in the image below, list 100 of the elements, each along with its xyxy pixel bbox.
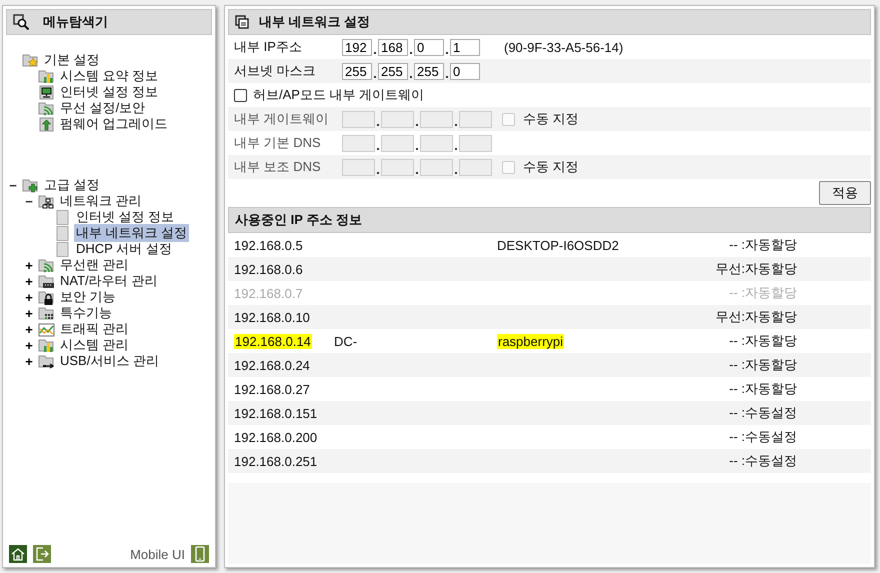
page-icon	[54, 240, 71, 258]
menu-item[interactable]: NAT/라우터 관리	[58, 272, 160, 290]
field-label: 서브넷 마스크	[234, 62, 317, 80]
menu-item[interactable]: 고급 설정	[42, 176, 102, 194]
octet-separator	[374, 76, 376, 78]
host-name: DESKTOP-I6OSDD2	[497, 238, 619, 252]
octet-separator	[377, 172, 379, 174]
menu-item[interactable]: 특수기능	[58, 304, 114, 322]
field-label: 내부 보조 DNS	[234, 158, 322, 176]
assignment-type: -- :자동할당	[729, 284, 797, 302]
folder-star-icon	[22, 52, 39, 68]
octet-separator	[455, 124, 457, 126]
collapse-toggle[interactable]: −	[7, 178, 19, 192]
ip-address: 192.168.0.14	[234, 334, 312, 348]
ip-octet-field[interactable]: 255	[342, 62, 372, 80]
octet-separator	[377, 124, 379, 126]
octet-separator	[416, 172, 418, 174]
ip-octet-field[interactable]: 192	[342, 38, 372, 56]
assignment-type: 무선:자동할당	[715, 260, 797, 278]
upgrade-icon	[38, 116, 55, 132]
chart-icon	[38, 336, 55, 354]
ip-octet-field[interactable]: 0	[414, 38, 444, 56]
expand-toggle[interactable]: +	[23, 354, 35, 368]
search-icon	[13, 14, 31, 30]
menu-item[interactable]: DHCP 서버 설정	[74, 240, 174, 258]
lock-icon	[38, 288, 55, 306]
assignment-type: -- :자동할당	[729, 236, 797, 254]
panel-title: 내부 네트워크 설정	[259, 13, 370, 31]
ip-address: 192.168.0.7	[234, 286, 303, 300]
windows-icon	[235, 15, 249, 29]
expand-toggle[interactable]: +	[23, 306, 35, 320]
host-name: raspberrypi	[497, 334, 564, 348]
field-label: 내부 IP주소	[234, 38, 303, 56]
ip-address: 192.168.0.6	[234, 262, 303, 276]
field-label: 내부 기본 DNS	[234, 134, 322, 152]
menu-item[interactable]: 트래픽 관리	[58, 320, 131, 338]
assignment-type: -- :수동설정	[729, 452, 797, 470]
octet-separator	[374, 52, 376, 54]
network-icon	[38, 192, 55, 210]
octet-separator	[455, 172, 457, 174]
usb-icon	[38, 352, 55, 370]
traffic-icon	[38, 320, 55, 338]
octet-separator	[455, 148, 457, 150]
ip-octet-field[interactable]: 168	[378, 38, 408, 56]
section-title: 사용중인 IP 주소 정보	[235, 211, 362, 229]
octet-separator	[377, 148, 379, 150]
expand-toggle[interactable]: +	[23, 274, 35, 288]
chart-icon	[38, 68, 55, 84]
menu-item[interactable]: 인터넷 설정 정보	[74, 208, 176, 226]
monitor-icon	[38, 84, 55, 100]
menu-item[interactable]: 펌웨어 업그레이드	[58, 115, 170, 133]
logout-icon	[35, 547, 49, 561]
menu-title: 메뉴탐색기	[43, 13, 108, 31]
home-icon	[11, 547, 25, 561]
expand-toggle[interactable]: +	[23, 290, 35, 304]
expand-toggle[interactable]: +	[23, 338, 35, 352]
assignment-type: -- :자동할당	[729, 332, 797, 350]
menu-item[interactable]: 보안 기능	[58, 288, 118, 306]
phone-icon	[194, 546, 206, 562]
menu-item[interactable]: 무선 설정/보안	[58, 99, 148, 117]
ip-address: 192.168.0.10	[234, 310, 310, 324]
ip-octet-field[interactable]: 255	[414, 62, 444, 80]
mac-address: (90-9F-33-A5-56-14)	[504, 40, 624, 54]
menu-item[interactable]: 네트워크 관리	[58, 192, 144, 210]
collapse-toggle[interactable]: −	[23, 194, 35, 208]
ip-octet-field[interactable]: 0	[450, 62, 480, 80]
assignment-type: 무선:자동할당	[715, 308, 797, 326]
assignment-type: -- :자동할당	[729, 356, 797, 374]
menu-item[interactable]: 시스템 요약 정보	[58, 67, 160, 85]
octet-separator	[446, 52, 448, 54]
menu-item[interactable]: 시스템 관리	[58, 336, 131, 354]
ip-address: 192.168.0.24	[234, 358, 310, 372]
octet-separator	[416, 124, 418, 126]
assignment-type: -- :자동할당	[729, 380, 797, 398]
octet-separator	[446, 76, 448, 78]
mobile-ui-link[interactable]: Mobile UI	[130, 546, 185, 562]
home-button[interactable]	[9, 545, 27, 563]
mac-address: DC-	[334, 334, 358, 348]
grid-icon	[38, 304, 55, 322]
menu-item[interactable]: USB/서비스 관리	[58, 352, 161, 370]
ip-address: 192.168.0.251	[234, 454, 318, 468]
octet-separator	[410, 52, 412, 54]
checkbox[interactable]	[234, 88, 247, 102]
ip-address: 192.168.0.27	[234, 382, 310, 396]
ip-address: 192.168.0.151	[234, 406, 318, 420]
ip-octet-field[interactable]: 1	[450, 38, 480, 56]
menu-item[interactable]: 인터넷 설정 정보	[58, 83, 160, 101]
router-icon	[38, 272, 55, 290]
apply-button[interactable]: 적용	[819, 181, 871, 205]
expand-toggle[interactable]: +	[23, 258, 35, 272]
ip-octet-field[interactable]: 255	[378, 62, 408, 80]
menu-item[interactable]: 내부 네트워크 설정	[74, 224, 190, 242]
mobile-button[interactable]	[191, 545, 209, 563]
expand-toggle[interactable]: +	[23, 322, 35, 336]
page-icon	[54, 208, 71, 226]
page-icon	[54, 224, 71, 242]
menu-item[interactable]: 무선랜 관리	[58, 256, 131, 274]
checkbox-label[interactable]: 허브/AP모드 내부 게이트웨이	[253, 86, 424, 104]
menu-item[interactable]: 기본 설정	[42, 51, 102, 69]
logout-button[interactable]	[33, 545, 51, 563]
